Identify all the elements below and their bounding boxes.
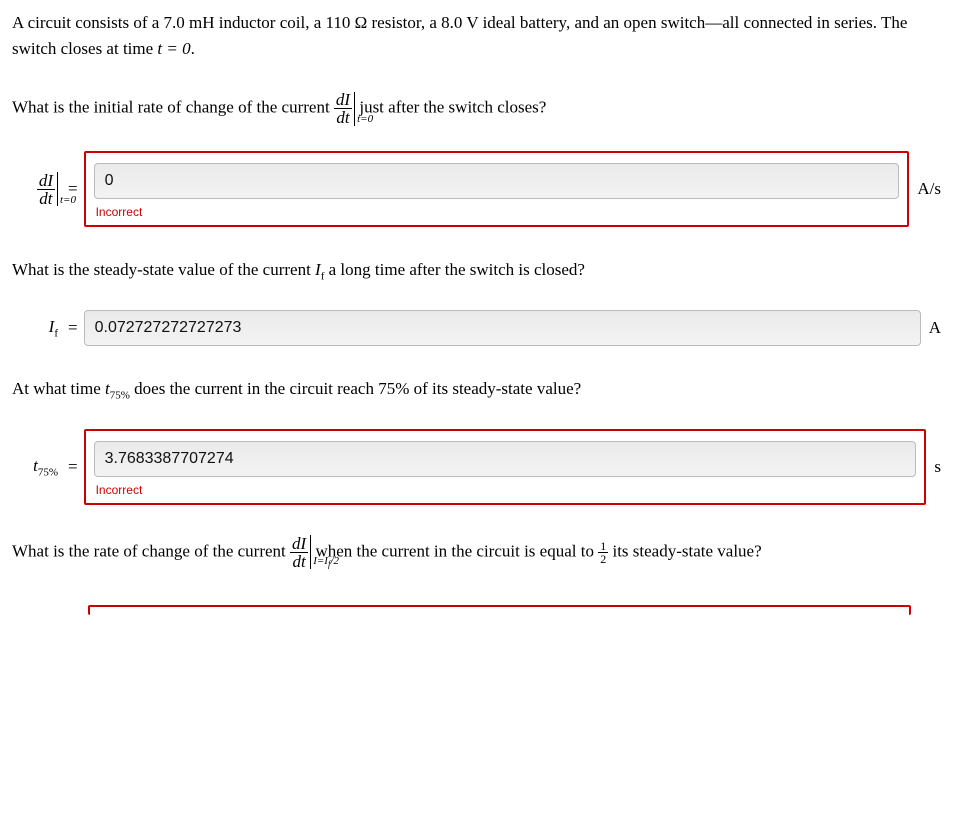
q3-before: At what time [12, 379, 105, 398]
q3-after: does the current in the circuit reach 75… [134, 379, 581, 398]
q2-answer-row: If = A [12, 310, 941, 346]
q1-label: dIdtt=0 [12, 172, 64, 207]
q3-input-wrap: Incorrect [84, 429, 927, 505]
q1-answer-row: dIdtt=0 = Incorrect A/s [12, 151, 941, 227]
q2-label: If [12, 314, 64, 342]
equals-sign: = [64, 315, 84, 341]
q4-after-1: when the current in the circuit is equal… [315, 541, 598, 560]
q4-text: What is the rate of change of the curren… [12, 535, 941, 570]
q1-input-wrap: Incorrect [84, 151, 910, 227]
q2-after: a long time after the switch is closed? [329, 260, 585, 279]
problem-intro-text: A circuit consists of a 7.0 mH inductor … [12, 13, 907, 58]
q1-input[interactable] [94, 163, 900, 199]
q4-math-didt: dIdtI=If/2 [290, 541, 315, 560]
q1-unit: A/s [909, 176, 941, 202]
q4-after-2: its steady-state value? [608, 541, 761, 560]
problem-intro: A circuit consists of a 7.0 mH inductor … [12, 10, 941, 61]
q1-feedback: Incorrect [94, 203, 900, 221]
q1-before: What is the initial rate of change of th… [12, 97, 334, 116]
q4-before: What is the rate of change of the curren… [12, 541, 290, 560]
q1-after: just after the switch closes? [359, 97, 546, 116]
one-half-icon: 12 [598, 540, 608, 565]
q2-before: What is the steady-state value of the cu… [12, 260, 315, 279]
q2-input-wrap [84, 310, 921, 346]
q3-label: t75% [12, 453, 64, 481]
q3-answer-row: t75% = Incorrect s [12, 429, 941, 505]
q1-math-didt: dIdtt=0 [334, 97, 359, 116]
q3-unit: s [926, 454, 941, 480]
q4-input-wrap-partial [88, 605, 911, 615]
q2-sub: f [321, 270, 325, 282]
q1-text: What is the initial rate of change of th… [12, 91, 941, 126]
problem-intro-math: t = 0 [157, 39, 190, 58]
q3-feedback: Incorrect [94, 481, 917, 499]
equals-sign: = [64, 454, 84, 480]
q2-unit: A [921, 315, 941, 341]
q3-input[interactable] [94, 441, 917, 477]
q3-text: At what time t75% does the current in th… [12, 376, 941, 404]
q2-text: What is the steady-state value of the cu… [12, 257, 941, 285]
problem-intro-end: . [191, 39, 195, 58]
q2-input[interactable] [84, 310, 921, 346]
q3-sub: 75% [110, 389, 130, 401]
q4-answer-row [12, 605, 941, 615]
